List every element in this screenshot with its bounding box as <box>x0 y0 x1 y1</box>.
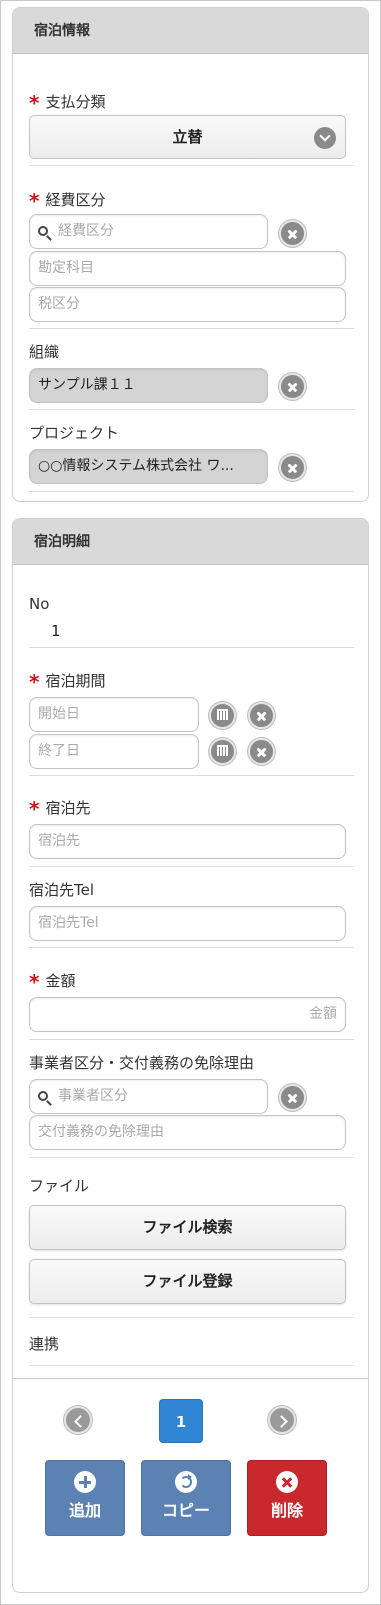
separator <box>29 947 354 948</box>
exemption-reason-input[interactable]: 交付義務の免除理由 <box>29 1115 346 1150</box>
tax-category-input[interactable]: 税区分 <box>29 287 346 322</box>
lodging-detail-header: 宿泊明細 <box>13 519 368 565</box>
organization-clear-icon[interactable] <box>279 373 306 400</box>
separator <box>29 491 354 492</box>
amount-label: * 金額 <box>29 970 76 994</box>
required-mark: * <box>29 670 40 694</box>
project-clear-icon[interactable] <box>279 454 306 481</box>
business-type-clear-icon[interactable] <box>279 1084 306 1111</box>
end-date-clear-icon[interactable] <box>248 738 275 765</box>
calendar-icon[interactable] <box>209 702 236 729</box>
plus-icon <box>74 1471 96 1493</box>
link-label: 連携 <box>29 1335 60 1353</box>
delete-button[interactable]: 削除 <box>247 1460 327 1536</box>
calendar-icon[interactable] <box>209 738 236 765</box>
destination-input[interactable]: 宿泊先 <box>29 824 346 859</box>
separator <box>29 409 354 410</box>
no-label: No <box>29 595 50 613</box>
amount-input[interactable]: 金額 <box>29 997 346 1032</box>
lodging-info-panel: 宿泊情報 * 支払分類 立替 * 経費区分 経費区分 勘定科目 税区分 組織 サンプ… <box>12 7 369 502</box>
separator <box>29 1157 354 1158</box>
destination-tel-label: 宿泊先Tel <box>29 881 95 899</box>
destination-label: * 宿泊先 <box>29 797 91 821</box>
destination-tel-input[interactable]: 宿泊先Tel <box>29 906 346 941</box>
expense-category-search-input[interactable]: 経費区分 <box>29 214 268 249</box>
add-button[interactable]: 追加 <box>45 1460 125 1536</box>
expense-category-label: * 経費区分 <box>29 189 106 213</box>
separator <box>29 165 354 166</box>
lodging-info-header: 宿泊情報 <box>13 8 368 54</box>
organization-input[interactable]: サンプル課１１ <box>29 368 268 403</box>
delete-icon <box>276 1471 298 1493</box>
required-mark: * <box>29 189 40 213</box>
start-date-input[interactable]: 開始日 <box>29 697 199 732</box>
separator <box>29 866 354 867</box>
period-label: * 宿泊期間 <box>29 670 106 694</box>
prev-page-icon[interactable] <box>64 1406 92 1434</box>
file-label: ファイル <box>29 1177 90 1195</box>
copy-icon <box>175 1471 197 1493</box>
payment-type-label: * 支払分類 <box>29 91 106 115</box>
footer-divider <box>12 1378 369 1379</box>
search-icon <box>38 226 48 236</box>
file-search-button[interactable]: ファイル検索 <box>29 1205 346 1250</box>
business-type-label: 事業者区分・交付義務の免除理由 <box>29 1054 255 1072</box>
separator <box>29 775 354 776</box>
required-mark: * <box>29 91 40 115</box>
page-number-button[interactable]: 1 <box>159 1399 203 1443</box>
separator <box>29 1365 354 1366</box>
business-type-search-input[interactable]: 事業者区分 <box>29 1079 268 1114</box>
file-register-button[interactable]: ファイル登録 <box>29 1259 346 1304</box>
project-input[interactable]: ○○情報システム株式会社 ワ... <box>29 449 268 484</box>
separator <box>29 1039 354 1040</box>
copy-button[interactable]: コピー <box>141 1460 231 1536</box>
start-date-clear-icon[interactable] <box>248 702 275 729</box>
account-title-input[interactable]: 勘定科目 <box>29 251 346 286</box>
organization-label: 組織 <box>29 343 60 361</box>
required-mark: * <box>29 797 40 821</box>
end-date-input[interactable]: 終了日 <box>29 734 199 769</box>
project-label: プロジェクト <box>29 424 120 442</box>
search-icon <box>38 1091 48 1101</box>
separator <box>29 647 354 648</box>
payment-type-select[interactable]: 立替 <box>29 115 346 159</box>
required-mark: * <box>29 970 40 994</box>
expense-category-clear-icon[interactable] <box>279 220 306 247</box>
next-page-icon[interactable] <box>268 1406 296 1434</box>
separator <box>29 1317 354 1318</box>
chevron-down-icon <box>314 127 336 149</box>
no-value: 1 <box>51 622 61 640</box>
separator <box>29 328 354 329</box>
